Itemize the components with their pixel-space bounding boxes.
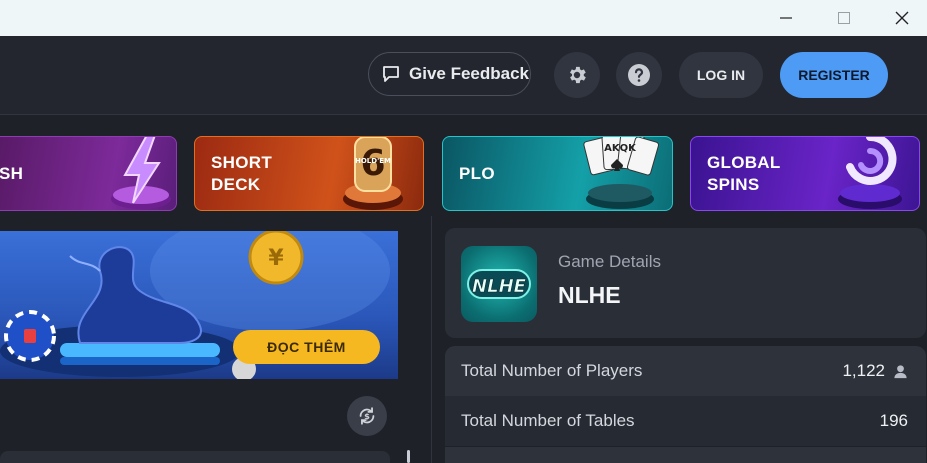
game-card-label: PLO [459,163,495,183]
stat-row [445,447,926,463]
playing-cards-icon: AKQK [583,137,660,209]
game-card-plo[interactable]: PLO AKQK [442,136,673,211]
gear-icon [570,66,586,84]
game-card-label: SHORT DECK [211,152,272,194]
stat-row-players: Total Number of Players 1,122 [445,346,926,396]
maximize-icon [838,12,850,24]
six-holdem-icon: 6 HOLD'EM [343,137,403,210]
give-feedback-button[interactable]: Give Feedback [368,52,531,96]
minimize-button[interactable] [763,0,809,36]
question-mark-icon [628,64,650,86]
window-titlebar [0,0,927,36]
help-button[interactable] [616,52,662,98]
spin-icon [838,137,902,209]
stat-label: Total Number of Tables [461,411,635,430]
settings-button[interactable] [554,52,600,98]
stat-value-container: 1,122 [842,361,908,381]
game-card-label: SH [0,163,24,183]
game-name: NLHE [558,282,621,308]
holdem-text: HOLD'EM [355,157,391,165]
game-logo: NLHE [461,246,537,322]
column-divider [431,216,432,463]
give-feedback-label: Give Feedback [409,64,530,83]
plo-card-letters: AKQK [604,143,637,154]
game-card-flash[interactable]: SH [0,136,177,211]
stat-value: 196 [879,411,908,430]
feedback-icon [383,66,399,82]
game-card-label: GLOBAL SPINS [707,152,781,194]
stat-value: 1,122 [842,361,885,380]
game-card-global-spins[interactable]: GLOBAL SPINS [690,136,920,211]
read-more-button[interactable]: ĐỌC THÊM [233,330,380,364]
refresh-button[interactable]: $ [347,396,387,436]
game-card-short-deck[interactable]: SHORT DECK 6 HOLD'EM [194,136,424,211]
lightning-icon [111,137,171,209]
user-icon [894,364,907,378]
register-button[interactable]: REGISTER [780,52,888,98]
game-list-panel [0,451,390,463]
stat-row-tables: Total Number of Tables 196 [445,396,926,446]
logo-text: NLHE [472,276,527,297]
app-header: Give Feedback LOG IN REGISTER [0,36,927,115]
stat-label: Total Number of Players [461,361,643,380]
nlhe-logo-icon: NLHE [467,269,531,299]
svg-text:¥: ¥ [268,246,284,271]
login-button[interactable]: LOG IN [679,52,763,98]
svg-text:$: $ [364,411,370,421]
close-icon [895,11,909,25]
scrollbar-thumb[interactable] [407,450,410,463]
minimize-icon [780,17,792,19]
maximize-button[interactable] [821,0,867,36]
close-button[interactable] [879,0,925,36]
game-details-label: Game Details [558,252,661,271]
refresh-currency-icon: $ [359,407,375,425]
